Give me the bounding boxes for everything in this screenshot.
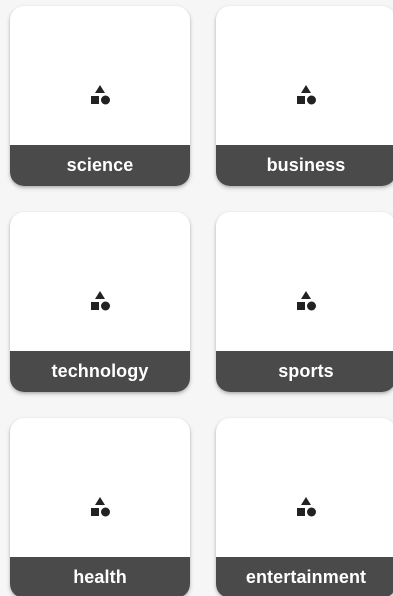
- category-icon-container: [10, 418, 190, 557]
- category-label: health: [73, 567, 127, 587]
- category-card-technology[interactable]: technology: [10, 212, 190, 392]
- category-label: technology: [51, 361, 149, 381]
- category-icon-container: [216, 6, 393, 145]
- category-label: sports: [278, 361, 334, 381]
- category-label: entertainment: [245, 567, 367, 587]
- category-icon-container: [10, 212, 190, 351]
- category-label: business: [266, 155, 346, 175]
- category-shapes-icon: [297, 496, 316, 516]
- category-shapes-icon: [297, 84, 316, 104]
- category-label-bar: sports: [216, 351, 393, 392]
- category-shapes-icon: [91, 290, 110, 310]
- category-icon-container: [216, 212, 393, 351]
- category-label-bar: entertainment: [216, 557, 393, 596]
- category-card-business[interactable]: business: [216, 6, 393, 186]
- category-card-sports[interactable]: sports: [216, 212, 393, 392]
- category-card-science[interactable]: science: [10, 6, 190, 186]
- category-icon-container: [216, 418, 393, 557]
- category-grid: science business technology sports healt…: [0, 0, 393, 596]
- category-label-bar: technology: [10, 351, 190, 392]
- category-card-health[interactable]: health: [10, 418, 190, 596]
- category-card-entertainment[interactable]: entertainment: [216, 418, 393, 596]
- category-label-bar: science: [10, 145, 190, 186]
- category-label-bar: business: [216, 145, 393, 186]
- category-label-bar: health: [10, 557, 190, 596]
- category-shapes-icon: [91, 84, 110, 104]
- category-label: science: [66, 155, 134, 175]
- category-shapes-icon: [91, 496, 110, 516]
- category-shapes-icon: [297, 290, 316, 310]
- category-icon-container: [10, 6, 190, 145]
